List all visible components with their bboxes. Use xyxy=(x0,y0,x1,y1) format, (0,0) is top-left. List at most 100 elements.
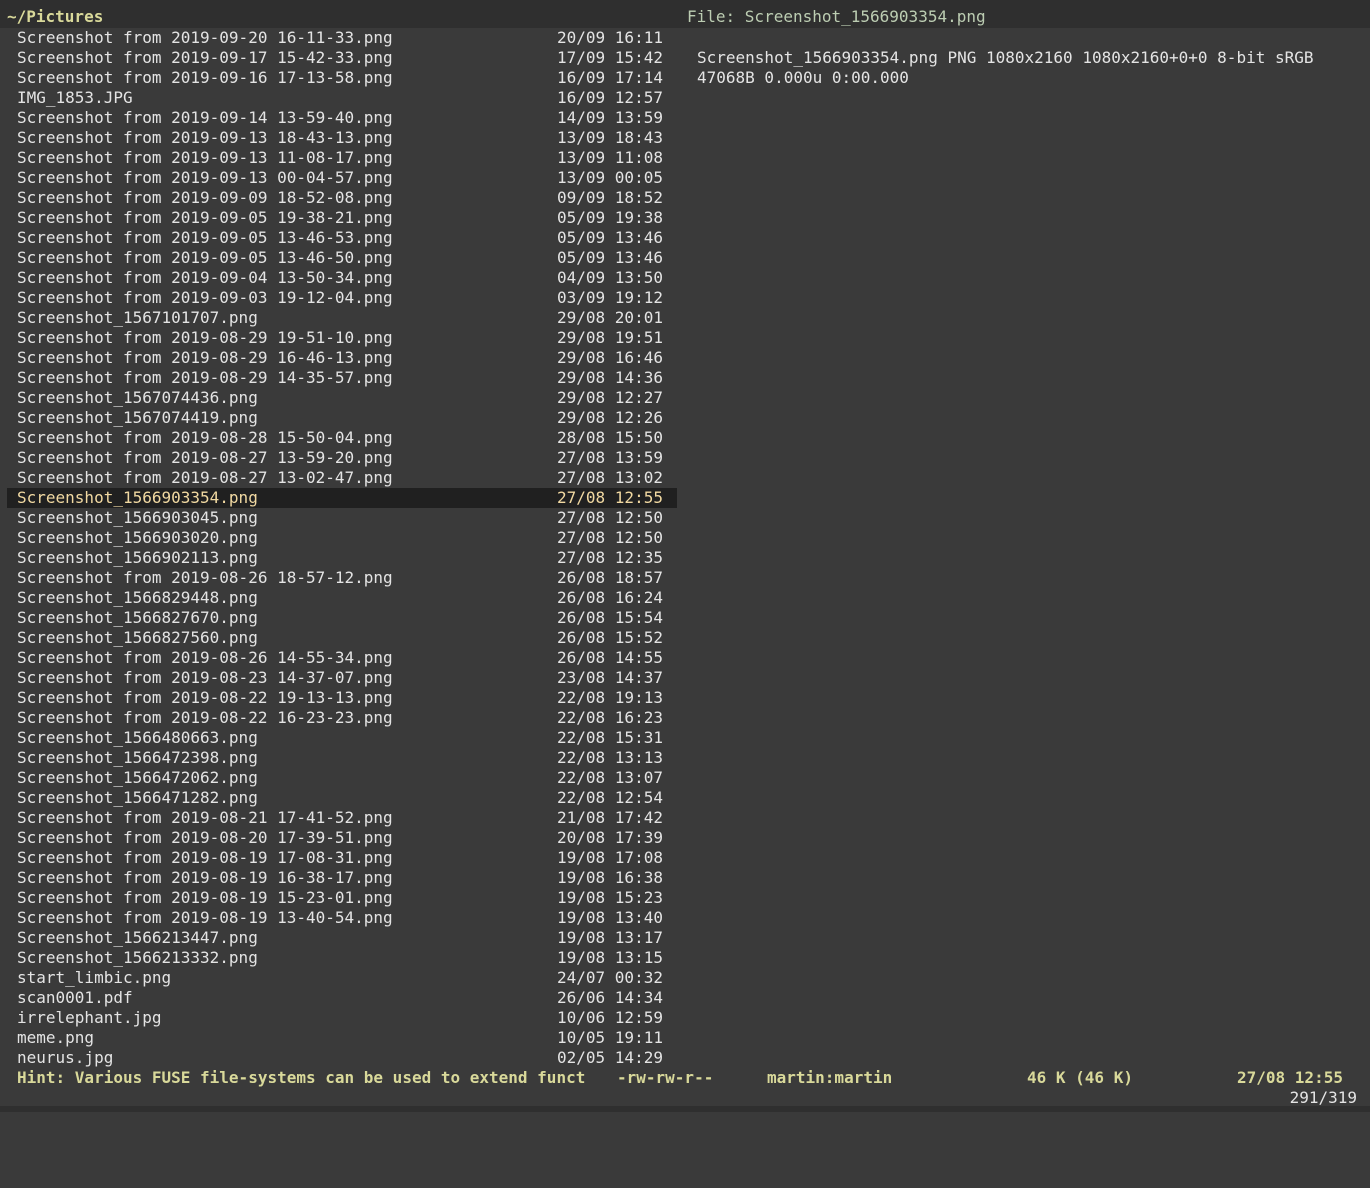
file-row[interactable]: Screenshot_1566213447.png 19/08 13:17 xyxy=(7,928,677,948)
file-date: 28/08 15:50 xyxy=(557,428,663,447)
file-row[interactable]: Screenshot from 2019-08-19 17-08-31.png 1… xyxy=(7,848,677,868)
file-row[interactable]: Screenshot_1566472398.png 22/08 13:13 xyxy=(7,748,677,768)
file-name: Screenshot from 2019-09-13 18-43-13.png xyxy=(17,128,393,147)
file-row[interactable]: Screenshot from 2019-09-17 15-42-33.png 1… xyxy=(7,48,677,68)
file-name: Screenshot_1566480663.png xyxy=(17,728,258,747)
file-row[interactable]: Screenshot_1566827560.png 26/08 15:52 xyxy=(7,628,677,648)
file-date: 13/09 18:43 xyxy=(557,128,663,147)
file-name: scan0001.pdf xyxy=(17,988,133,1007)
file-row[interactable]: Screenshot from 2019-09-20 16-11-33.png 2… xyxy=(7,28,677,48)
position-counter: 291/319 xyxy=(1289,1088,1357,1107)
file-row[interactable]: Screenshot_1566213332.png 19/08 13:15 xyxy=(7,948,677,968)
file-row[interactable]: meme.png 10/05 19:11 xyxy=(7,1028,677,1048)
file-date: 27/08 12:55 xyxy=(557,488,663,507)
file-name: Screenshot_1566903045.png xyxy=(17,508,258,527)
file-name: Screenshot_1566472062.png xyxy=(17,768,258,787)
file-row[interactable]: Screenshot from 2019-09-16 17-13-58.png 1… xyxy=(7,68,677,88)
file-row[interactable]: Screenshot_1566472062.png 22/08 13:07 xyxy=(7,768,677,788)
file-row[interactable]: Screenshot_1567074436.png 29/08 12:27 xyxy=(7,388,677,408)
file-row[interactable]: Screenshot_1566471282.png 22/08 12:54 xyxy=(7,788,677,808)
file-row[interactable]: Screenshot from 2019-09-13 11-08-17.png 1… xyxy=(7,148,677,168)
file-date: 19/08 17:08 xyxy=(557,848,663,867)
file-row[interactable]: irrelephant.jpg 10/06 12:59 xyxy=(7,1008,677,1028)
file-row[interactable]: Screenshot from 2019-08-21 17-41-52.png 2… xyxy=(7,808,677,828)
file-name: Screenshot from 2019-09-20 16-11-33.png xyxy=(17,28,393,47)
file-row[interactable]: Screenshot from 2019-08-22 16-23-23.png 2… xyxy=(7,708,677,728)
file-date: 05/09 13:46 xyxy=(557,248,663,267)
file-date: 29/08 12:27 xyxy=(557,388,663,407)
file-row[interactable]: Screenshot from 2019-08-27 13-02-47.png 2… xyxy=(7,468,677,488)
file-row[interactable]: Screenshot from 2019-08-19 13-40-54.png 1… xyxy=(7,908,677,928)
file-row[interactable]: Screenshot_1566480663.png 22/08 15:31 xyxy=(7,728,677,748)
file-row[interactable]: Screenshot_1566827670.png 26/08 15:54 xyxy=(7,608,677,628)
file-name: Screenshot_1566902113.png xyxy=(17,548,258,567)
file-name: Screenshot from 2019-08-28 15-50-04.png xyxy=(17,428,393,447)
file-owner: martin:martin xyxy=(767,1068,893,1087)
file-row[interactable]: Screenshot from 2019-08-27 13-59-20.png 2… xyxy=(7,448,677,468)
file-date: 19/08 15:23 xyxy=(557,888,663,907)
file-row[interactable]: Screenshot from 2019-08-28 15-50-04.png 2… xyxy=(7,428,677,448)
file-row[interactable]: Screenshot from 2019-09-05 19-38-21.png 0… xyxy=(7,208,677,228)
file-date: 26/06 14:34 xyxy=(557,988,663,1007)
preview-file-title: File: Screenshot_1566903354.png xyxy=(687,7,986,26)
file-date: 27/08 12:50 xyxy=(557,508,663,527)
file-row[interactable]: Screenshot from 2019-08-26 18-57-12.png 2… xyxy=(7,568,677,588)
file-date: 29/08 16:46 xyxy=(557,348,663,367)
file-name: Screenshot from 2019-08-23 14-37-07.png xyxy=(17,668,393,687)
file-row[interactable]: IMG_1853.JPG 16/09 12:57 xyxy=(7,88,677,108)
file-row[interactable]: start_limbic.png 24/07 00:32 xyxy=(7,968,677,988)
file-date: 10/05 19:11 xyxy=(557,1028,663,1047)
file-name: Screenshot from 2019-08-19 13-40-54.png xyxy=(17,908,393,927)
file-name: Screenshot_1567101707.png xyxy=(17,308,258,327)
file-row[interactable]: neurus.jpg 02/05 14:29 xyxy=(7,1048,677,1068)
file-row[interactable]: Screenshot from 2019-09-14 13-59-40.png 1… xyxy=(7,108,677,128)
file-row[interactable]: Screenshot_1566902113.png 27/08 12:35 xyxy=(7,548,677,568)
file-name: IMG_1853.JPG xyxy=(17,88,133,107)
file-date: 22/08 19:13 xyxy=(557,688,663,707)
file-row[interactable]: scan0001.pdf 26/06 14:34 xyxy=(7,988,677,1008)
file-row[interactable]: Screenshot_1566903045.png 27/08 12:50 xyxy=(7,508,677,528)
file-row[interactable]: Screenshot from 2019-08-23 14-37-07.png 2… xyxy=(7,668,677,688)
file-row[interactable]: Screenshot from 2019-09-04 13-50-34.png 0… xyxy=(7,268,677,288)
file-row[interactable]: Screenshot from 2019-09-05 13-46-50.png 0… xyxy=(7,248,677,268)
file-row[interactable]: Screenshot_1567074419.png 29/08 12:26 xyxy=(7,408,677,428)
file-row[interactable]: Screenshot from 2019-08-29 14-35-57.png 2… xyxy=(7,368,677,388)
file-row[interactable]: Screenshot_1566903020.png 27/08 12:50 xyxy=(7,528,677,548)
file-row[interactable]: Screenshot from 2019-08-20 17-39-51.png 2… xyxy=(7,828,677,848)
file-row[interactable]: Screenshot from 2019-08-19 15-23-01.png 1… xyxy=(7,888,677,908)
file-name: Screenshot from 2019-08-19 15-23-01.png xyxy=(17,888,393,907)
file-row[interactable]: Screenshot_1566829448.png 26/08 16:24 xyxy=(7,588,677,608)
file-date: 13/09 00:05 xyxy=(557,168,663,187)
file-date: 26/08 14:55 xyxy=(557,648,663,667)
file-date: 29/08 20:01 xyxy=(557,308,663,327)
file-name: Screenshot from 2019-08-29 19-51-10.png xyxy=(17,328,393,347)
file-row[interactable]: Screenshot_1567101707.png 29/08 20:01 xyxy=(7,308,677,328)
file-row[interactable]: Screenshot from 2019-09-05 13-46-53.png 0… xyxy=(7,228,677,248)
file-name: Screenshot_1566903354.png xyxy=(17,488,258,507)
file-date: 22/08 13:07 xyxy=(557,768,663,787)
file-name: Screenshot_1566471282.png xyxy=(17,788,258,807)
file-name: Screenshot from 2019-08-29 16-46-13.png xyxy=(17,348,393,367)
file-row-selected[interactable]: Screenshot_1566903354.png 27/08 12:55 xyxy=(7,488,677,508)
file-name: Screenshot from 2019-08-27 13-59-20.png xyxy=(17,448,393,467)
file-size: 46 K (46 K) xyxy=(1027,1068,1133,1087)
file-date: 22/08 15:31 xyxy=(557,728,663,747)
file-row[interactable]: Screenshot from 2019-09-13 00-04-57.png 1… xyxy=(7,168,677,188)
file-name: Screenshot_1567074436.png xyxy=(17,388,258,407)
file-row[interactable]: Screenshot from 2019-08-26 14-55-34.png 2… xyxy=(7,648,677,668)
file-date: 04/09 13:50 xyxy=(557,268,663,287)
file-row[interactable]: Screenshot from 2019-08-19 16-38-17.png 1… xyxy=(7,868,677,888)
file-row[interactable]: Screenshot from 2019-08-29 19-51-10.png 2… xyxy=(7,328,677,348)
file-row[interactable]: Screenshot from 2019-09-13 18-43-13.png 1… xyxy=(7,128,677,148)
file-row[interactable]: Screenshot from 2019-09-03 19-12-04.png 0… xyxy=(7,288,677,308)
file-date: 26/08 16:24 xyxy=(557,588,663,607)
file-row[interactable]: Screenshot from 2019-08-22 19-13-13.png 2… xyxy=(7,688,677,708)
file-date: 29/08 12:26 xyxy=(557,408,663,427)
file-name: meme.png xyxy=(17,1028,95,1047)
file-row[interactable]: Screenshot from 2019-08-29 16-46-13.png 2… xyxy=(7,348,677,368)
file-name: Screenshot from 2019-08-27 13-02-47.png xyxy=(17,468,393,487)
file-row[interactable]: Screenshot from 2019-09-09 18-52-08.png 0… xyxy=(7,188,677,208)
file-date: 29/08 19:51 xyxy=(557,328,663,347)
file-date: 22/08 13:13 xyxy=(557,748,663,767)
preview-info-line: Screenshot_1566903354.png PNG 1080x2160 … xyxy=(697,48,1314,67)
